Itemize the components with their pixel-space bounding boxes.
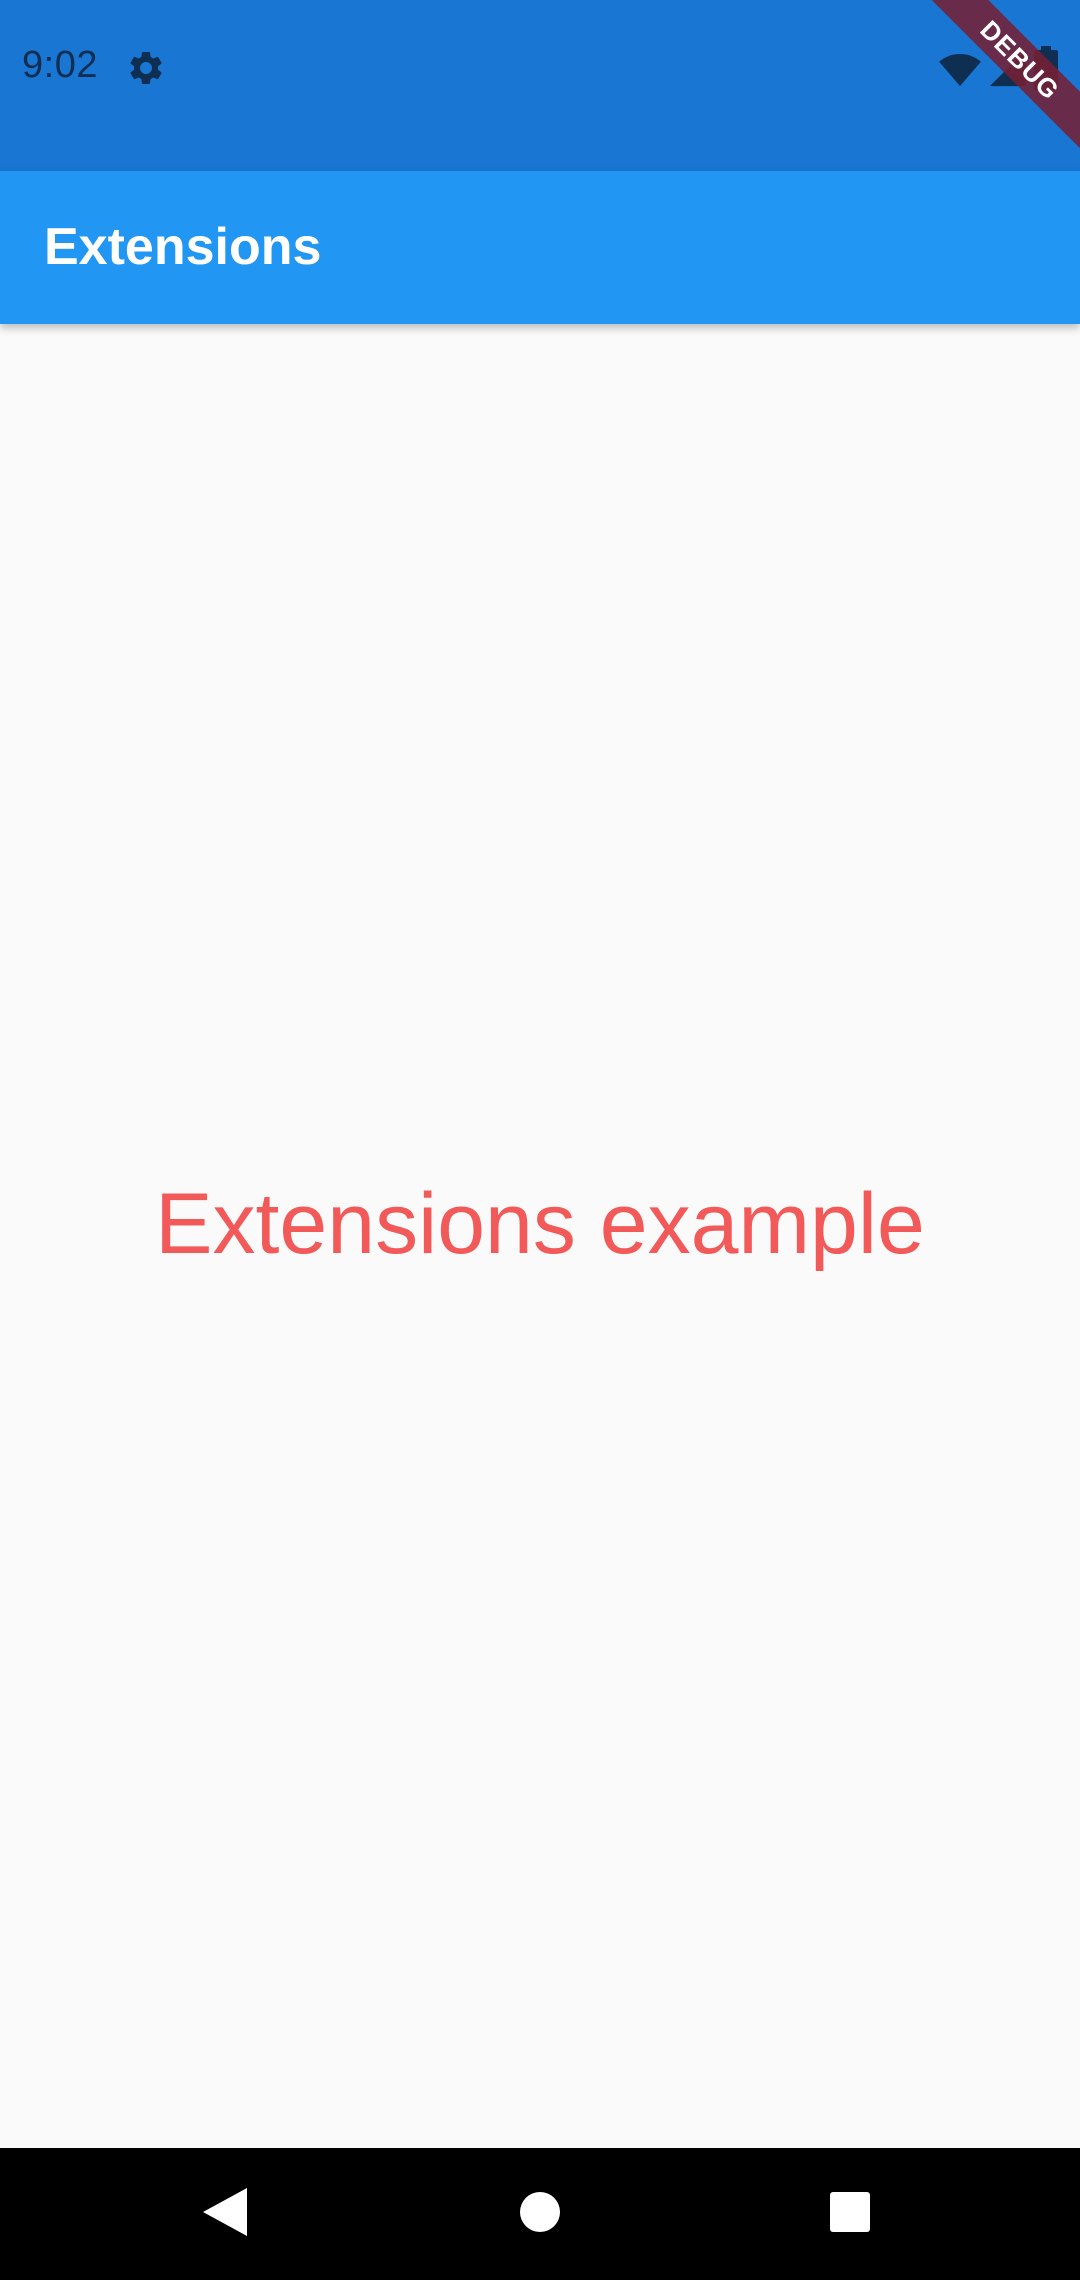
recents-icon bbox=[829, 2191, 871, 2238]
page-title: Extensions bbox=[44, 218, 322, 276]
recents-button[interactable] bbox=[784, 2148, 916, 2280]
back-button[interactable] bbox=[159, 2148, 291, 2280]
app-bar: Extensions bbox=[0, 171, 1080, 324]
example-text: Extensions example bbox=[155, 1175, 925, 1272]
wifi-icon bbox=[938, 48, 982, 88]
home-button[interactable] bbox=[474, 2148, 606, 2280]
battery-icon bbox=[1034, 46, 1058, 90]
back-icon bbox=[203, 2187, 247, 2241]
cellular-signal-icon bbox=[988, 48, 1028, 88]
status-icons bbox=[938, 46, 1058, 90]
status-bar: 9:02 bbox=[0, 0, 1080, 171]
app-screen: 9:02 DEBUG Extensions Extensions example bbox=[0, 0, 1080, 2280]
status-time: 9:02 bbox=[22, 44, 98, 86]
home-icon bbox=[519, 2191, 561, 2238]
navigation-bar bbox=[0, 2148, 1080, 2280]
main-content: Extensions example bbox=[0, 324, 1080, 2148]
gear-icon bbox=[126, 48, 166, 88]
